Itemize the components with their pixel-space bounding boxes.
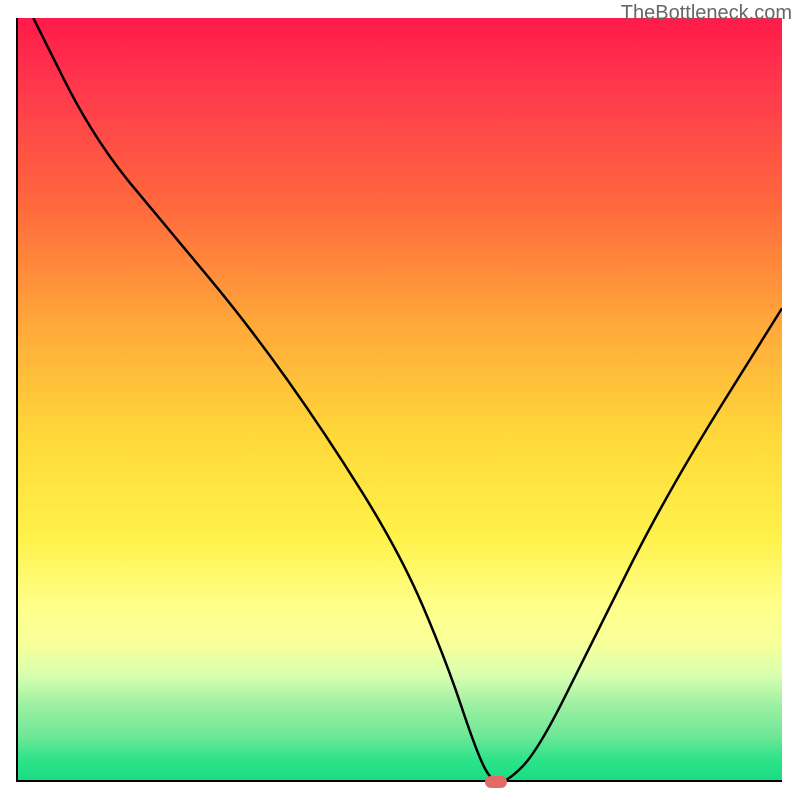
y-axis	[16, 18, 18, 782]
bottleneck-chart: TheBottleneck.com	[0, 0, 800, 800]
watermark-text: TheBottleneck.com	[621, 2, 792, 25]
bottleneck-curve	[33, 18, 782, 782]
optimum-marker	[485, 776, 507, 788]
curve-layer	[18, 18, 782, 782]
x-axis	[18, 780, 782, 782]
